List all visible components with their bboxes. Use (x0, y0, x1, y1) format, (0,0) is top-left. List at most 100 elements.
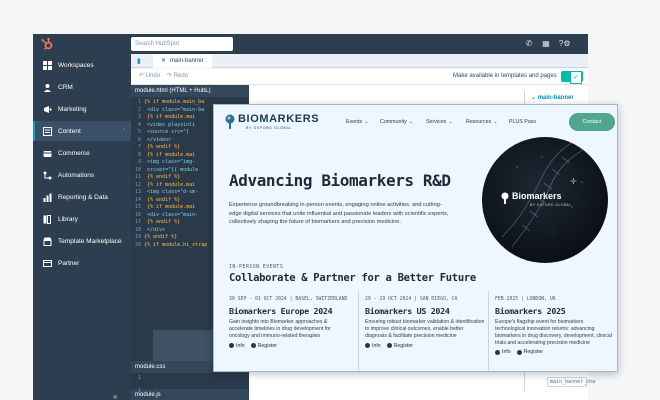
store-icon (42, 236, 52, 246)
sidebar-item-reporting[interactable]: Reporting & Data (33, 187, 131, 207)
line-number: 13 (134, 189, 141, 195)
event-title[interactable]: Biomarkers Europe 2024 (229, 306, 350, 316)
code-line[interactable]: 14 {% endif %} (131, 197, 180, 205)
partner-icon (42, 258, 52, 268)
sidebar-item-label: Partner (58, 259, 80, 267)
sidebar-item-template-marketplace[interactable]: Template Marketplace (33, 231, 131, 251)
event-description: Gain insights into Biomarker approaches … (229, 319, 331, 339)
sidebar-item-automations[interactable]: Automations (33, 165, 131, 185)
sidebar-item-crm[interactable]: CRM (33, 77, 131, 97)
event-title[interactable]: Biomarkers US 2024 (365, 306, 485, 316)
hubspot-logo-icon[interactable] (40, 37, 54, 51)
nav-events[interactable]: Events ⌄ (346, 119, 368, 125)
sidebar-item-library[interactable]: Library (33, 209, 131, 229)
contact-button[interactable]: Contact (569, 113, 615, 131)
code-line[interactable]: 4 <video playsinli (131, 122, 195, 130)
event-date: FEB 2025 | LONDON, UK (495, 297, 556, 302)
collapse-sidebar-icon[interactable]: « (113, 392, 117, 400)
line-number: 15 (134, 204, 141, 210)
code-text: {% endif %} (144, 196, 181, 203)
settings-gear-icon[interactable]: ⚙ (561, 38, 573, 50)
info-icon (229, 343, 234, 349)
event-links: Info Register (495, 349, 615, 355)
top-bar: Search HubSpot ✆ ▦ ? ⚙ (33, 34, 588, 54)
sidebar-item-content[interactable]: Content › (33, 121, 131, 141)
code-line[interactable]: 2 <div class="main-ba (131, 107, 204, 115)
js-code-editor[interactable]: 1 (131, 388, 249, 396)
content-icon (42, 126, 52, 136)
redo-button[interactable]: ↷ Redo (167, 72, 188, 79)
code-text: <video playsinli (144, 121, 196, 128)
code-line[interactable]: 7 {% endif %} (131, 144, 180, 152)
code-line[interactable]: 8 {% if module.mai (131, 152, 195, 160)
code-line[interactable]: 16 <div class="main- (131, 212, 198, 220)
event-info-link[interactable]: Info (236, 343, 245, 349)
event-register-link[interactable]: Register (524, 349, 543, 355)
marketplace-icon[interactable]: ▦ (540, 38, 552, 50)
code-line[interactable]: 15 {% if module.mai (131, 204, 195, 212)
line-number: 18 (134, 226, 141, 233)
code-text: <img class="img- (144, 159, 196, 165)
nav-plus-pass[interactable]: PLUS Pass (509, 119, 536, 125)
code-line[interactable]: 6 </video> (131, 137, 171, 145)
hero-brand-title: Biomarkers (512, 191, 562, 201)
events-eyebrow: IN-PERSON EVENTS (229, 265, 284, 270)
code-line[interactable]: 19 {% endif %} (131, 234, 177, 242)
code-line[interactable]: 10 srcset="{{ module (131, 167, 198, 175)
line-number: 11 (134, 174, 141, 180)
sidebar-item-commerce[interactable]: Commerce (33, 143, 131, 163)
phone-icon[interactable]: ✆ (523, 38, 535, 50)
code-line[interactable]: 12 {% if module.mai (131, 182, 195, 190)
css-code-editor[interactable]: 1 (131, 375, 144, 383)
code-line[interactable]: 5 <source src="{ (131, 129, 189, 137)
available-in-templates-toggle[interactable] (561, 71, 583, 84)
event-register-link[interactable]: Register (258, 343, 277, 349)
line-number: 4 (137, 121, 141, 128)
register-icon (250, 343, 256, 349)
search-input[interactable]: Search HubSpot (131, 37, 233, 51)
line-number: 5 (137, 129, 141, 135)
event-card: 29 - 29 OCT 2024 | SAN DIEGO, CA Biomark… (358, 291, 485, 371)
hero-brand-subtitle: BY OXFORD GLOBAL (530, 203, 572, 207)
event-description: Europe's flagship event for biomarkers t… (495, 319, 612, 346)
line-number: 12 (134, 181, 141, 188)
line-number: 20 (134, 241, 141, 248)
line-number: 17 (134, 219, 141, 225)
code-line[interactable]: 11 {% endif %} (131, 174, 180, 182)
code-line[interactable]: 18 </div> (131, 227, 165, 235)
workspaces-icon (42, 60, 52, 70)
code-line[interactable]: 1 {% if module.main_ba (131, 99, 204, 107)
tab-main-banner-fields[interactable]: ⌄ main-banner (531, 94, 574, 101)
nav-services[interactable]: Services ⌄ (426, 119, 453, 125)
undo-button[interactable]: ↶ Undo (139, 72, 160, 79)
code-line[interactable]: 20 {% if module.hi_strap (131, 242, 207, 250)
tab-main-banner[interactable]: ✕ main-banner (153, 54, 212, 68)
nav-community[interactable]: Community ⌄ (380, 119, 413, 125)
code-line[interactable]: 9 <img class="img- (131, 159, 195, 167)
event-register-link[interactable]: Register (394, 343, 413, 349)
sidebar-item-workspaces[interactable]: Workspaces (33, 55, 131, 75)
event-info-link[interactable]: Info (372, 343, 381, 349)
code-line[interactable]: 3 {% if module.mai (131, 114, 195, 122)
event-title[interactable]: Biomarkers 2025 (495, 306, 615, 316)
biomarkers-logo-icon[interactable] (224, 114, 236, 130)
folder-icon[interactable]: ▮ (137, 57, 141, 65)
chevron-right-icon: › (123, 127, 125, 133)
contacts-icon (42, 82, 52, 92)
field-name-input[interactable]: main_banner_cha (547, 377, 595, 387)
sidebar-item-marketing[interactable]: Marketing (33, 99, 131, 119)
nav-resources[interactable]: Resources ⌄ (466, 119, 498, 125)
code-text: {% endif %} (144, 219, 181, 225)
sidebar-item-partner[interactable]: Partner (33, 253, 131, 273)
event-links: Info Register (229, 343, 350, 349)
code-line[interactable]: 13 <img class="d-sm- (131, 189, 198, 197)
close-icon[interactable]: ✕ (161, 58, 166, 64)
sidebar-item-label: Workspaces (58, 61, 94, 69)
tab-label: main-banner (170, 58, 204, 64)
code-line[interactable]: 17 {% endif %} (131, 219, 180, 227)
code-text: </video> (144, 136, 172, 143)
event-info-link[interactable]: Info (502, 349, 511, 355)
line-number: 16 (134, 211, 141, 218)
register-icon (516, 349, 522, 355)
info-icon (495, 349, 500, 355)
